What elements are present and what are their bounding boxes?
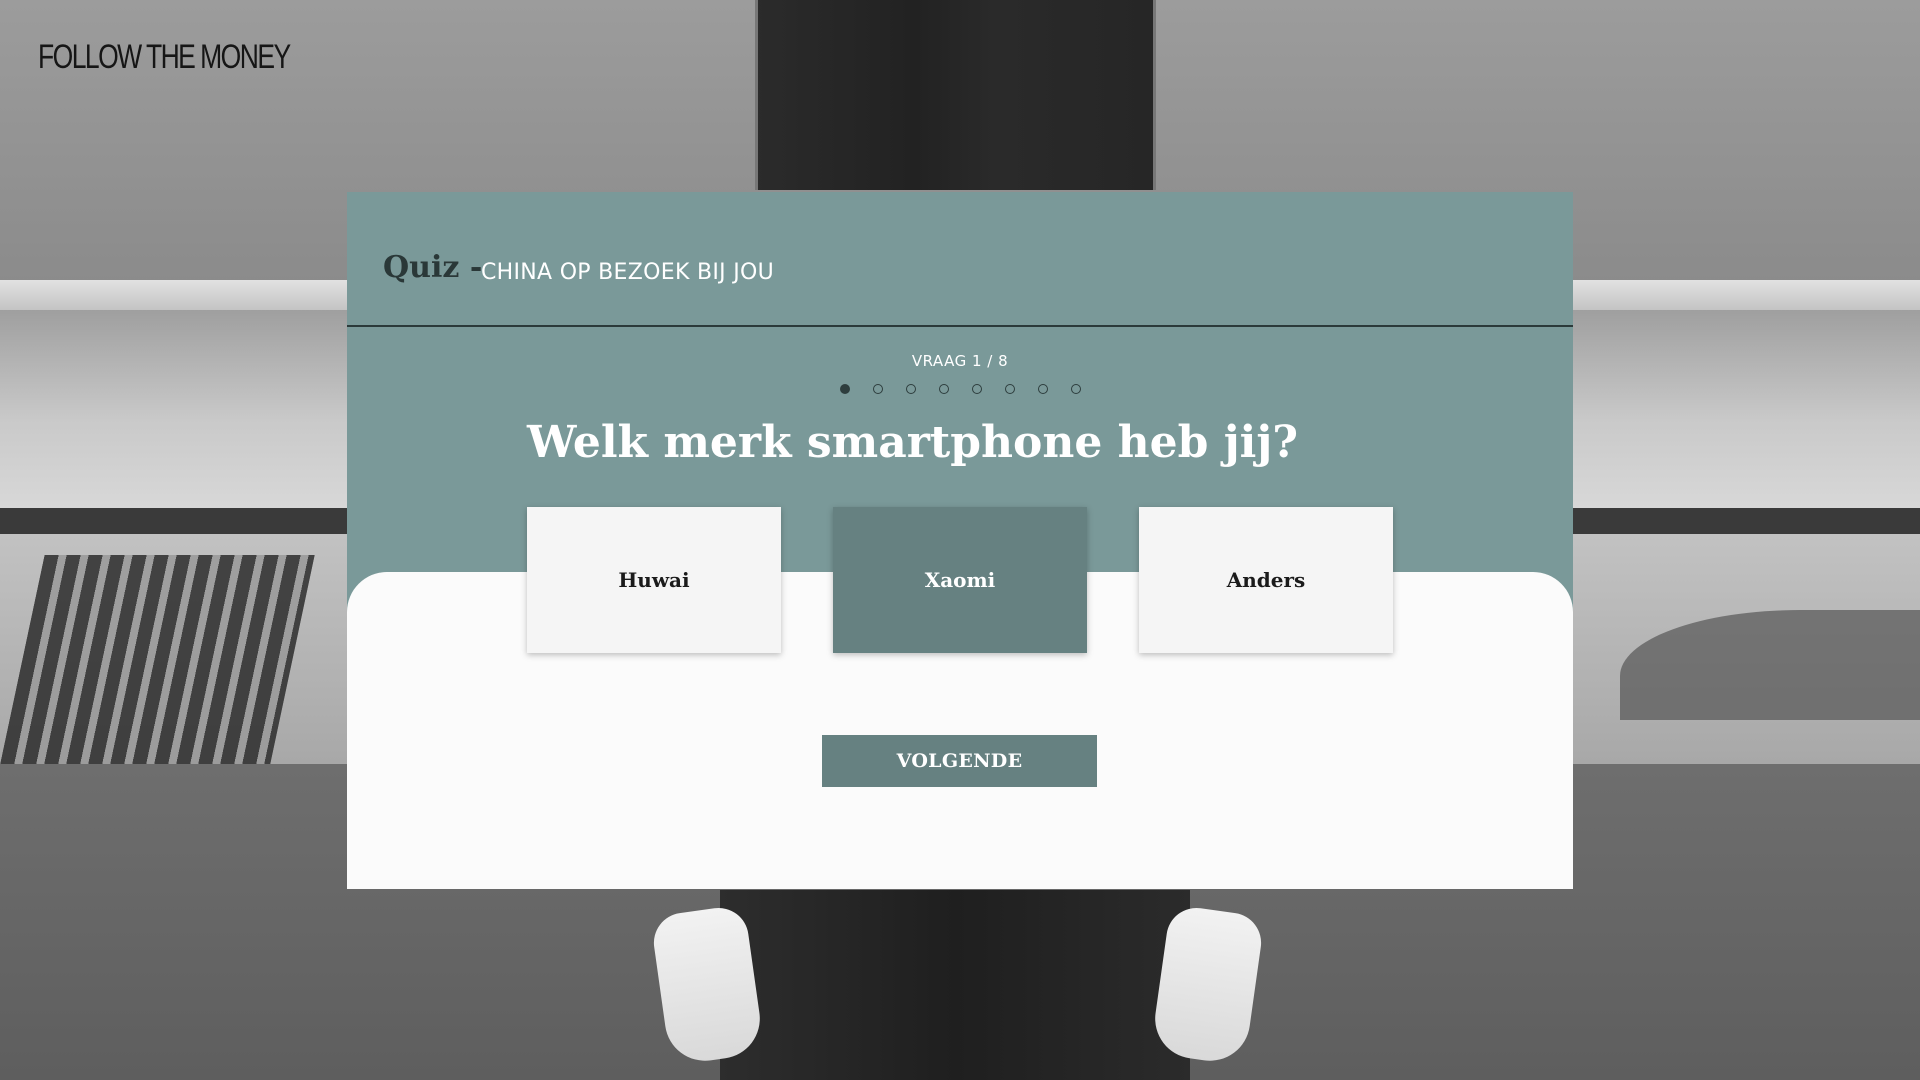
quiz-label: Quiz -: [383, 250, 483, 285]
answer-option-anders[interactable]: Anders: [1139, 507, 1393, 653]
answer-options: Huwai Xaomi Anders: [527, 507, 1393, 653]
progress-dot-5: [971, 384, 982, 394]
question-counter: VRAAG 1 / 8: [911, 352, 1009, 370]
brand-logo[interactable]: FOLLOW THE MONEY: [38, 38, 291, 77]
progress-dot-4: [938, 384, 949, 394]
progress-dot-3: [905, 384, 916, 394]
next-button[interactable]: VOLGENDE: [822, 735, 1097, 787]
progress-dot-2: [872, 384, 883, 394]
quiz-title: CHINA OP BEZOEK BIJ JOU: [481, 260, 775, 285]
progress-dot-1: [839, 384, 850, 394]
progress-dots: [347, 384, 1573, 394]
progress-dot-7: [1037, 384, 1048, 394]
question-text: Welk merk smartphone heb jij?: [527, 417, 1299, 468]
answer-option-xaomi[interactable]: Xaomi: [833, 507, 1087, 653]
progress-dot-6: [1004, 384, 1015, 394]
quiz-header: Quiz - CHINA OP BEZOEK BIJ JOU: [347, 192, 1573, 327]
progress-dot-8: [1070, 384, 1081, 394]
answer-option-huwai[interactable]: Huwai: [527, 507, 781, 653]
quiz-panel: Quiz - CHINA OP BEZOEK BIJ JOU VRAAG 1 /…: [347, 192, 1573, 889]
